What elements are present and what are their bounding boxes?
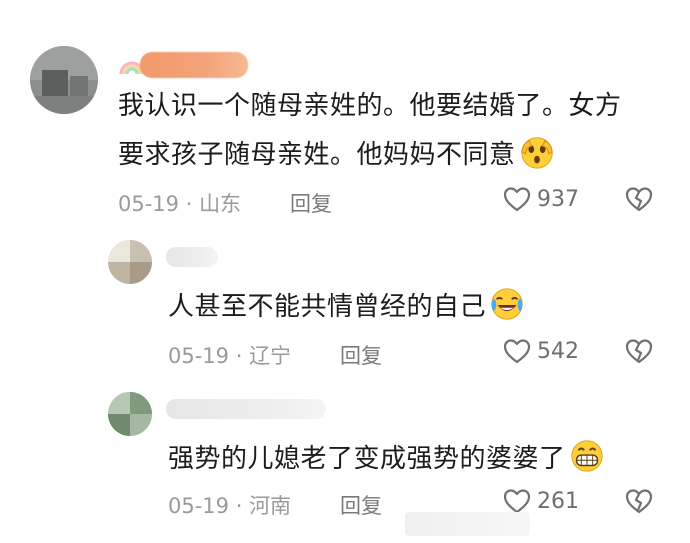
- avatar-pixel: [130, 392, 152, 414]
- watermark-blurred: [405, 512, 530, 536]
- comment-date: 05-19: [118, 192, 180, 216]
- broken-heart-icon[interactable]: [625, 488, 653, 514]
- comment-3: 强势的儿媳老了变成强势的婆婆了 05-19 · 河南 回复 261: [0, 375, 690, 543]
- avatar-pixel: [130, 262, 152, 284]
- comment-location: 山东: [199, 192, 242, 216]
- like-count: 937: [537, 186, 579, 212]
- avatar-pixel: [108, 262, 130, 284]
- heart-outline-icon: [503, 339, 531, 364]
- username-blurred[interactable]: [166, 399, 326, 419]
- avatar-pixel: [130, 414, 152, 436]
- heart-outline-icon: [503, 187, 531, 212]
- grinning-face-emoji: [570, 440, 603, 472]
- comment-date: 05-19: [168, 344, 230, 368]
- meta-separator: ·: [229, 494, 250, 518]
- avatar[interactable]: [30, 46, 98, 114]
- like-count: 542: [537, 338, 579, 364]
- comment-text: 我认识一个随母亲姓的。他要结婚了。女方: [118, 91, 622, 121]
- comment-meta: 05-19 · 河南: [168, 490, 291, 520]
- comment-meta: 05-19 · 山东: [118, 188, 241, 218]
- like-button[interactable]: 261: [503, 488, 579, 514]
- comment-text: 强势的儿媳老了变成强势的婆婆了: [168, 437, 606, 479]
- comment-location: 河南: [249, 494, 292, 518]
- broken-heart-icon[interactable]: [625, 186, 653, 212]
- avatar-pixel: [30, 96, 98, 114]
- comment-meta: 05-19 · 辽宁: [168, 340, 291, 370]
- avatar-pixel: [108, 240, 130, 262]
- reply-button[interactable]: 回复: [340, 340, 382, 370]
- like-button[interactable]: 542: [503, 338, 579, 364]
- laughing-crying-emoji: [491, 288, 523, 320]
- comment-text-line: 要求孩子随母亲姓。他妈妈不同意: [118, 140, 516, 170]
- comment-text-line: 人甚至不能共情曾经的自己: [168, 292, 487, 322]
- broken-heart-icon[interactable]: [625, 338, 653, 364]
- avatar-pixel: [108, 392, 130, 414]
- username-blurred[interactable]: [166, 247, 218, 267]
- reply-button[interactable]: 回复: [290, 188, 332, 218]
- like-button[interactable]: 937: [503, 186, 579, 212]
- username-blurred[interactable]: [140, 52, 248, 78]
- comment-text-line: 强势的儿媳老了变成强势的婆婆了: [168, 444, 566, 474]
- heart-outline-icon: [503, 489, 531, 514]
- avatar-pixel: [42, 70, 68, 96]
- comment-date: 05-19: [168, 494, 230, 518]
- comment-location: 辽宁: [249, 344, 292, 368]
- avatar[interactable]: [108, 240, 152, 284]
- comment-2: 人甚至不能共情曾经的自己 05-19 · 辽宁 回复 542: [0, 225, 690, 375]
- comment-text: 要求孩子随母亲姓。他妈妈不同意: [118, 133, 556, 175]
- meta-separator: ·: [229, 344, 250, 368]
- avatar-pixel: [70, 76, 88, 98]
- shocked-face-emoji: [520, 137, 553, 169]
- avatar-pixel: [108, 414, 130, 436]
- reply-button[interactable]: 回复: [340, 490, 382, 520]
- avatar[interactable]: [108, 392, 152, 436]
- like-count: 261: [537, 488, 579, 514]
- comment-1: 我认识一个随母亲姓的。他要结婚了。女方 要求孩子随母亲姓。他妈妈不同意 05-1…: [0, 0, 690, 225]
- meta-separator: ·: [179, 192, 200, 216]
- avatar-pixel: [130, 240, 152, 262]
- comment-text: 人甚至不能共情曾经的自己: [168, 285, 526, 327]
